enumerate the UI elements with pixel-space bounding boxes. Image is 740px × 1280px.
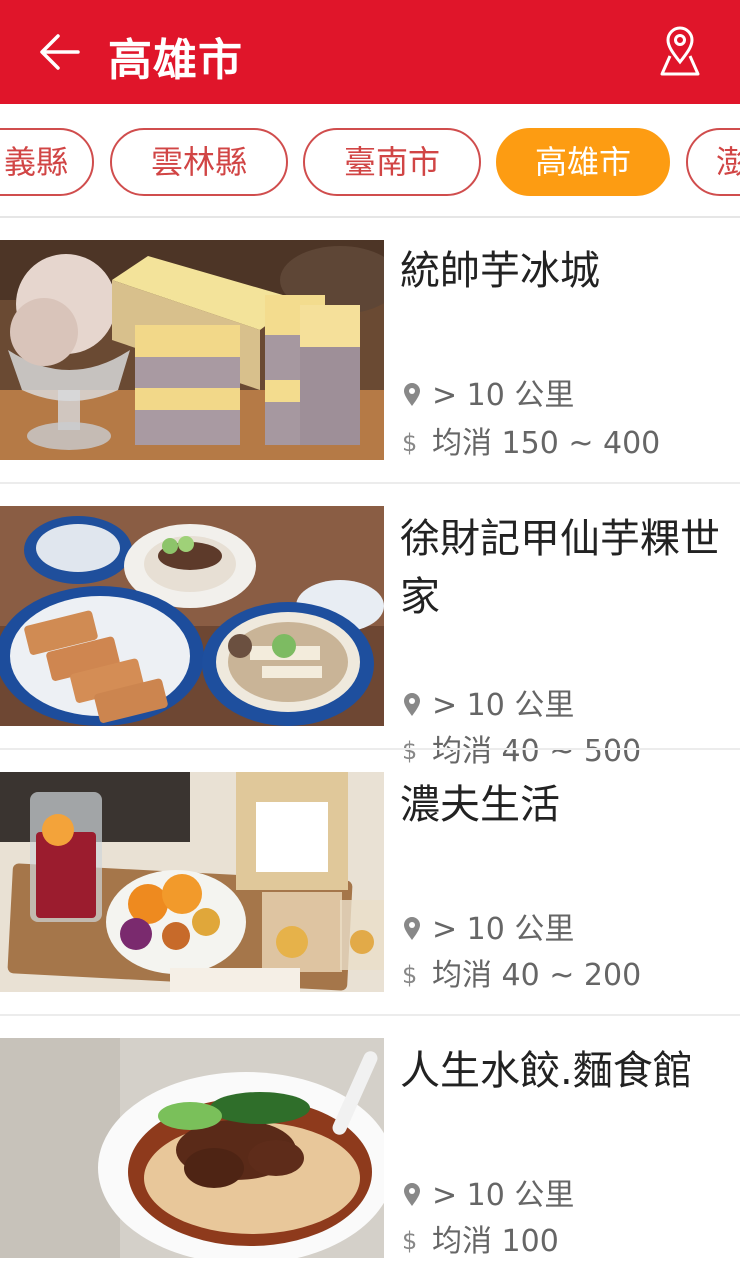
region-chip-bar: 義縣 雲林縣 臺南市 高雄市 澎 xyxy=(0,104,740,216)
shop-price: $ 均消 40 ~ 200 xyxy=(402,950,641,994)
dollar-icon: $ xyxy=(402,429,418,457)
back-button[interactable] xyxy=(38,30,82,74)
dollar-icon: $ xyxy=(402,961,418,989)
dollar-icon: $ xyxy=(402,737,418,765)
price-text: 均消 40 ~ 200 xyxy=(432,958,642,993)
shop-distance: > 10 公里 xyxy=(402,1170,574,1214)
shop-name: 人生水餃.麵食館 xyxy=(400,1048,693,1094)
location-pin-icon xyxy=(404,1183,420,1206)
taro-ice-cream-cake-photo xyxy=(0,240,384,460)
map-button[interactable] xyxy=(656,26,704,78)
price-text: 均消 100 xyxy=(432,1224,559,1259)
shop-name: 濃夫生活 xyxy=(400,782,560,828)
location-pin-icon xyxy=(404,383,420,406)
chip-region-3[interactable]: 臺南市 xyxy=(303,128,481,196)
shop-list-item[interactable]: 徐財記甲仙芋粿世家 > 10 公里 $ 均消 40 ~ 500 xyxy=(0,506,740,769)
shop-list-item[interactable]: 統帥芋冰城 > 10 公里 $ 均消 150 ~ 400 xyxy=(0,240,740,482)
price-text: 均消 150 ~ 400 xyxy=(432,426,661,461)
chip-region-2[interactable]: 雲林縣 xyxy=(110,128,288,196)
divider xyxy=(0,748,740,750)
shop-price: $ 均消 100 xyxy=(402,1216,559,1260)
distance-text: > 10 公里 xyxy=(432,1178,575,1213)
app-screen: 高雄市 義縣 雲林縣 臺南市 高雄市 澎 xyxy=(0,0,740,1280)
divider xyxy=(0,1014,740,1016)
dried-fruit-tea-photo xyxy=(0,772,384,992)
chip-region-selected[interactable]: 高雄市 xyxy=(496,128,670,196)
shop-list-item[interactable]: 人生水餃.麵食館 > 10 公里 $ 均消 100 xyxy=(0,1038,740,1280)
shop-distance: > 10 公里 xyxy=(402,370,574,414)
shop-name: 統帥芋冰城 xyxy=(400,248,600,294)
divider xyxy=(0,216,740,218)
app-header: 高雄市 xyxy=(0,0,740,104)
taro-cake-meal-photo xyxy=(0,506,384,726)
divider xyxy=(0,482,740,484)
arrow-left-icon xyxy=(40,34,80,70)
distance-text: > 10 公里 xyxy=(432,912,575,947)
shop-price: $ 均消 150 ~ 400 xyxy=(402,418,660,462)
price-text: 均消 40 ~ 500 xyxy=(432,734,642,769)
page-title: 高雄市 xyxy=(108,35,243,86)
location-pin-icon xyxy=(404,917,420,940)
distance-text: > 10 公里 xyxy=(432,688,575,723)
chip-region-1[interactable]: 義縣 xyxy=(0,128,94,196)
shop-list-item[interactable]: 濃夫生活 > 10 公里 $ 均消 40 ~ 200 xyxy=(0,772,740,1014)
shop-name: 徐財記甲仙芋粿世家 xyxy=(400,516,720,620)
location-pin-icon xyxy=(404,693,420,716)
shop-distance: > 10 公里 xyxy=(402,680,574,724)
beef-noodle-soup-photo xyxy=(0,1038,384,1258)
distance-text: > 10 公里 xyxy=(432,378,575,413)
shop-distance: > 10 公里 xyxy=(402,904,574,948)
map-pin-icon xyxy=(660,26,700,76)
dollar-icon: $ xyxy=(402,1227,418,1255)
chip-region-5[interactable]: 澎 xyxy=(686,128,740,196)
